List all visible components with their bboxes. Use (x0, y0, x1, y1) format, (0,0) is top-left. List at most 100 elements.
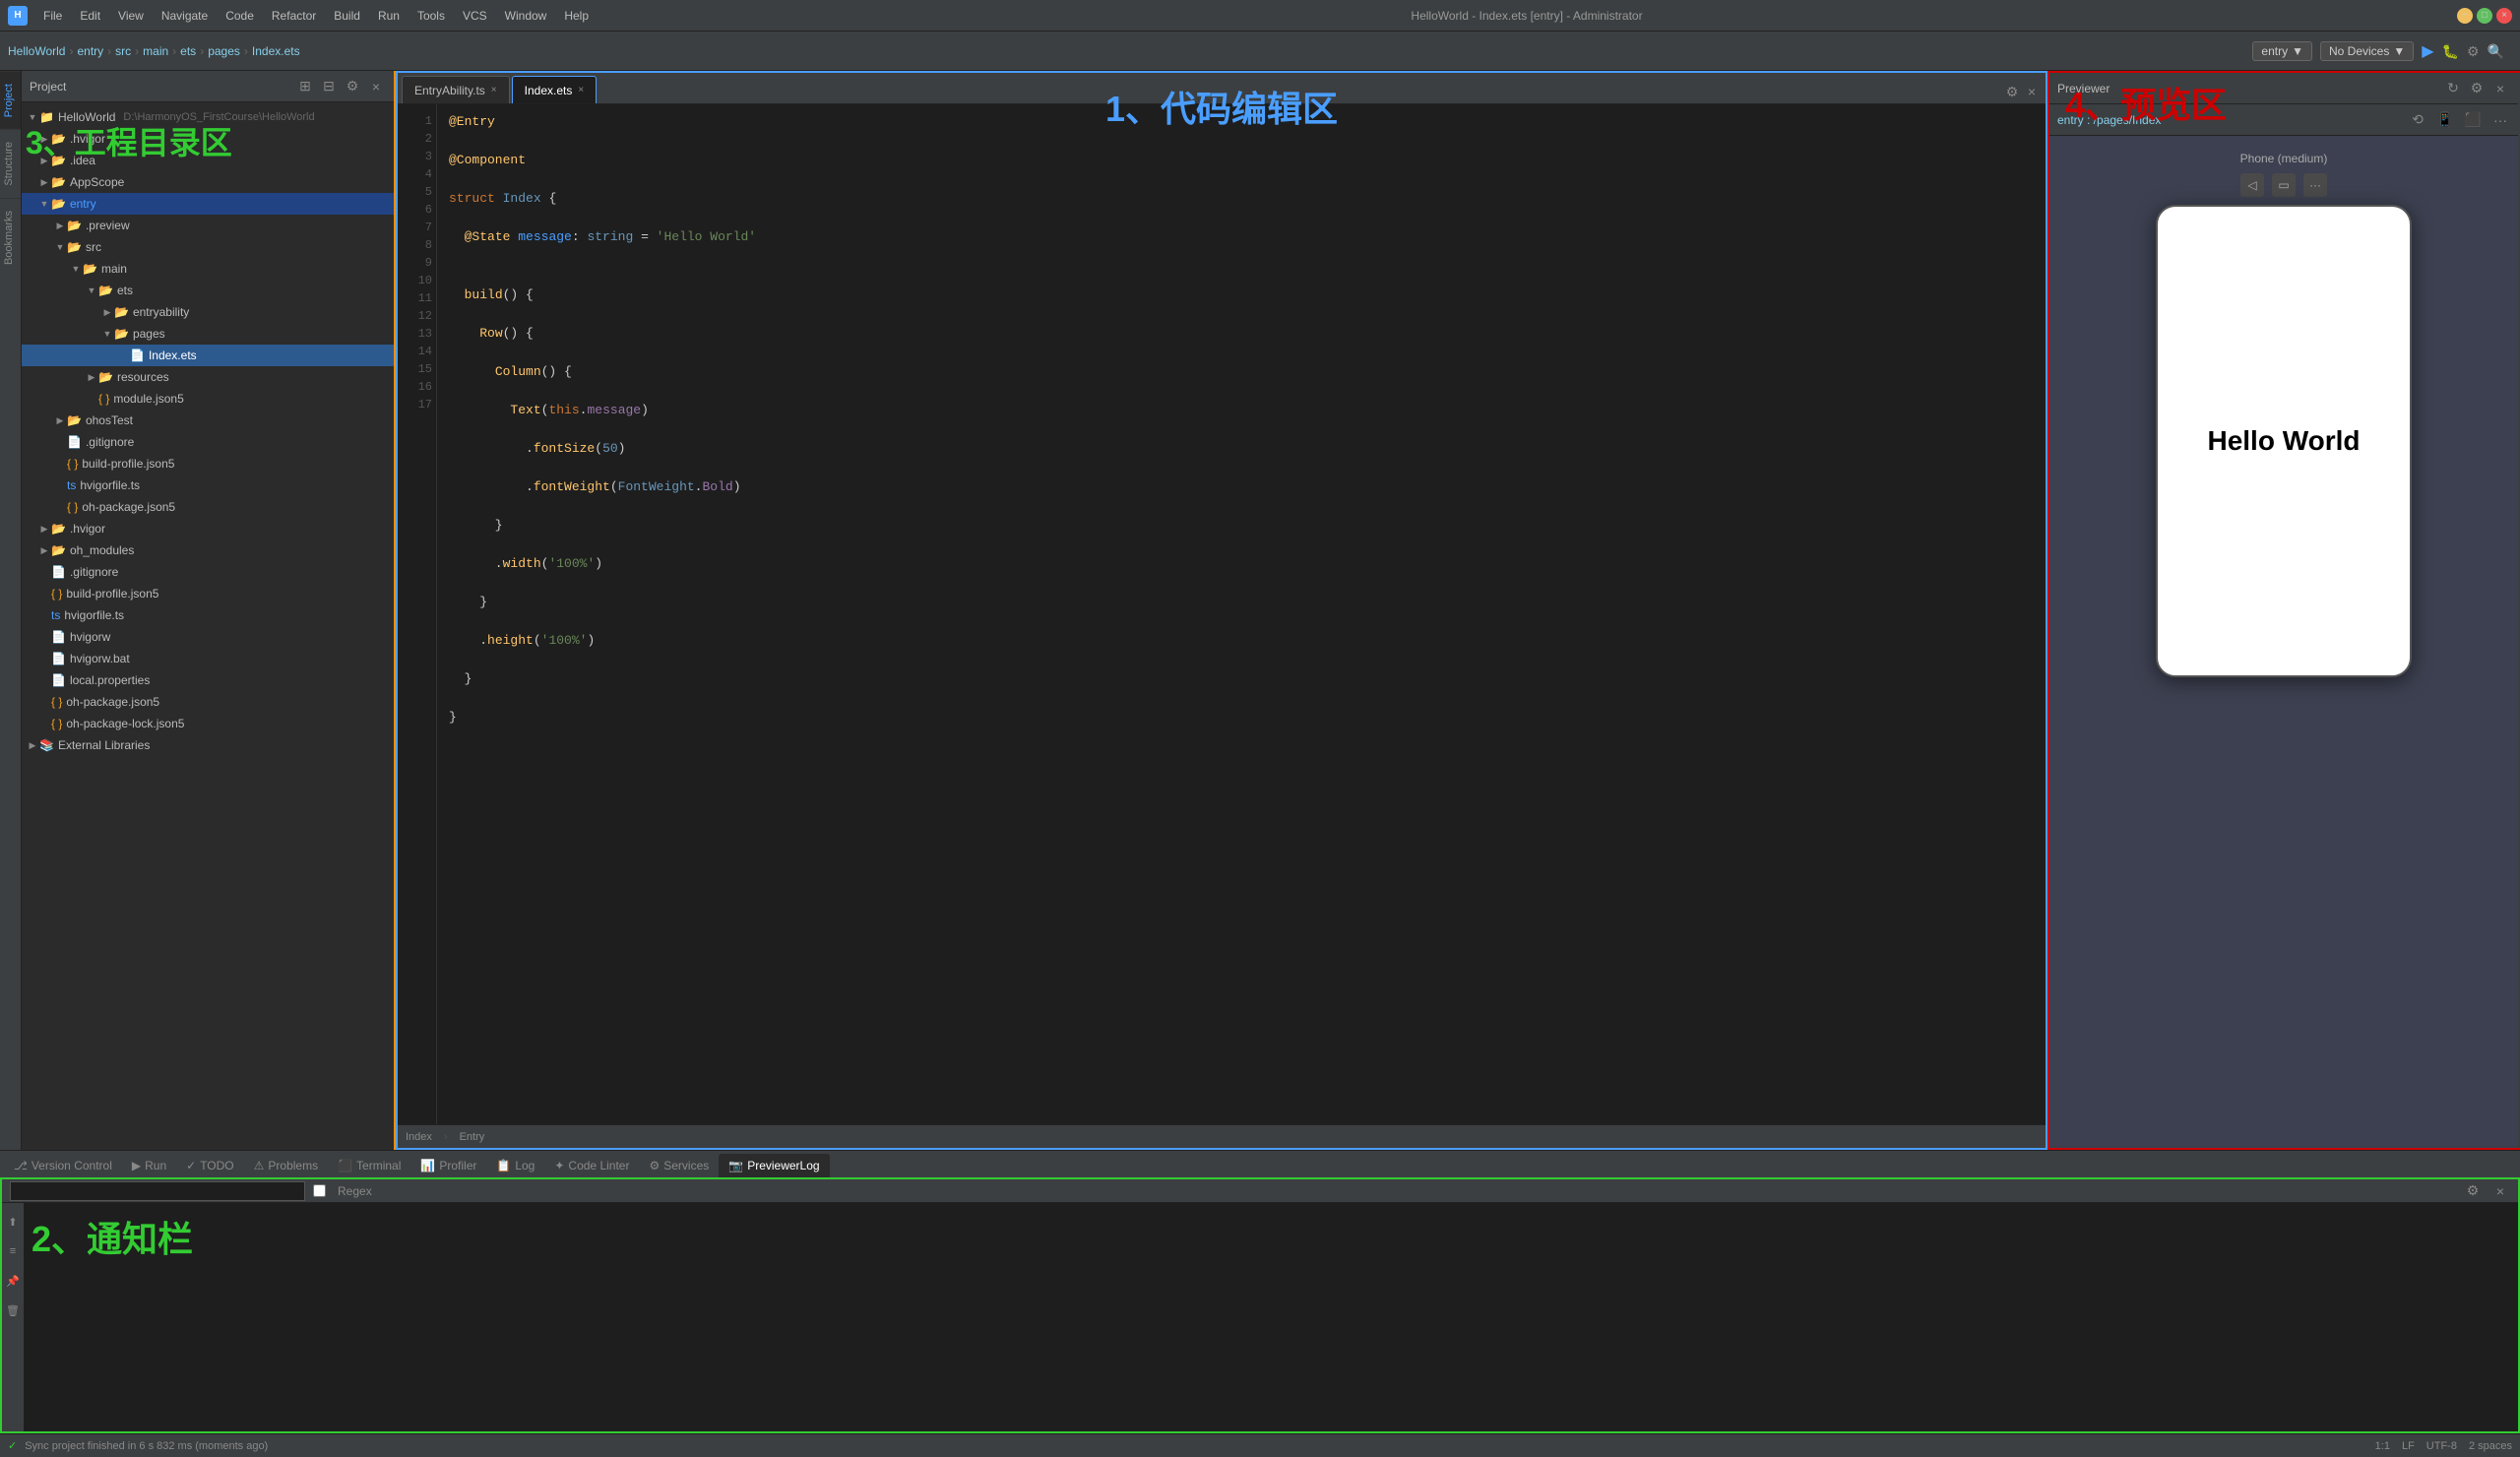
preview-refresh-icon[interactable]: ↻ (2443, 79, 2463, 98)
settings-gear-icon[interactable]: ⚙ (2467, 43, 2480, 60)
tree-entryability[interactable]: ▶ 📂 entryability (22, 301, 394, 323)
tree-ohpackage-root[interactable]: { } oh-package.json5 (22, 691, 394, 713)
minimize-button[interactable]: − (2457, 8, 2473, 24)
code-content[interactable]: @Entry @Component struct Index { @State … (437, 104, 2046, 1124)
tab-terminal[interactable]: ⬛ Terminal (328, 1154, 410, 1177)
log-close-icon[interactable]: × (2490, 1181, 2510, 1201)
menu-navigate[interactable]: Navigate (154, 7, 216, 25)
tree-external-libraries[interactable]: ▶ 📚 External Libraries (22, 734, 394, 756)
tab-previewer-log[interactable]: 📷 PreviewerLog (719, 1154, 829, 1177)
tree-hvigorfile-root[interactable]: ts hvigorfile.ts (22, 604, 394, 626)
phone-back-icon[interactable]: ◁ (2240, 173, 2264, 197)
phone-more-icon[interactable]: ··· (2303, 173, 2327, 197)
tree-ets[interactable]: ▼ 📂 ets (22, 280, 394, 301)
menu-tools[interactable]: Tools (410, 7, 453, 25)
maximize-button[interactable]: □ (2477, 8, 2492, 24)
tree-local-properties[interactable]: 📄 local.properties (22, 669, 394, 691)
bottom-pin-icon[interactable]: 📌 (2, 1270, 24, 1292)
menu-refactor[interactable]: Refactor (264, 7, 324, 25)
tree-resources[interactable]: ▶ 📂 resources (22, 366, 394, 388)
sidebar-tab-bookmarks[interactable]: Bookmarks (0, 198, 21, 277)
menu-window[interactable]: Window (497, 7, 555, 25)
menu-code[interactable]: Code (218, 7, 262, 25)
debug-button[interactable]: 🐛 (2442, 43, 2459, 60)
status-position[interactable]: 1:1 (2375, 1440, 2390, 1452)
tab-version-control[interactable]: ⎇ Version Control (4, 1154, 122, 1177)
status-entry[interactable]: Entry (460, 1131, 485, 1143)
breadcrumb-src[interactable]: src (115, 44, 131, 58)
tree-ohostest[interactable]: ▶ 📂 ohosTest (22, 410, 394, 431)
tab-indexets[interactable]: Index.ets × (512, 76, 598, 103)
menu-view[interactable]: View (110, 7, 152, 25)
run-button[interactable]: ▶ (2422, 41, 2433, 61)
search-input[interactable] (10, 1181, 305, 1201)
tab-entryability-close[interactable]: × (491, 85, 497, 95)
tab-run[interactable]: ▶ Run (122, 1154, 176, 1177)
status-index[interactable]: Index (406, 1131, 432, 1143)
tab-problems[interactable]: ⚠ Problems (244, 1154, 328, 1177)
tab-profiler[interactable]: 📊 Profiler (410, 1154, 486, 1177)
tree-build-profile-entry[interactable]: { } build-profile.json5 (22, 453, 394, 475)
status-indent[interactable]: LF (2402, 1440, 2415, 1452)
tree-src[interactable]: ▼ 📂 src (22, 236, 394, 258)
status-encoding[interactable]: UTF-8 (2426, 1440, 2457, 1452)
bottom-list-icon[interactable]: ≡ (2, 1240, 24, 1262)
tree-ohpackage-lock[interactable]: { } oh-package-lock.json5 (22, 713, 394, 734)
sidebar-tab-project[interactable]: Project (0, 71, 21, 129)
tab-services[interactable]: ⚙ Services (639, 1154, 719, 1177)
tree-idea[interactable]: ▶ 📂 .idea (22, 150, 394, 171)
breadcrumb-entry[interactable]: entry (77, 44, 103, 58)
menu-vcs[interactable]: VCS (455, 7, 495, 25)
breadcrumb-pages[interactable]: pages (208, 44, 240, 58)
preview-rotate-icon[interactable]: ⟲ (2408, 110, 2427, 130)
breadcrumb-indexets[interactable]: Index.ets (252, 44, 300, 58)
bottom-trash-icon[interactable]: 🗑 (2, 1299, 24, 1321)
tree-main[interactable]: ▼ 📂 main (22, 258, 394, 280)
collapse-all-icon[interactable]: ⊟ (319, 77, 339, 96)
gear-icon[interactable]: ⚙ (343, 77, 362, 96)
editor-settings-icon[interactable]: ⚙ (2002, 82, 2022, 101)
preview-close-icon[interactable]: × (2490, 79, 2510, 98)
close-panel-icon[interactable]: × (366, 77, 386, 96)
tab-todo[interactable]: ✓ TODO (176, 1154, 244, 1177)
tree-root-helloworld[interactable]: ▼ 📁 HelloWorld D:\HarmonyOS_FirstCourse\… (22, 106, 394, 128)
tree-ohpackage-entry[interactable]: { } oh-package.json5 (22, 496, 394, 518)
tree-build-profile-root[interactable]: { } build-profile.json5 (22, 583, 394, 604)
no-devices-dropdown[interactable]: No Devices ▼ (2320, 41, 2414, 61)
preview-tablet-icon[interactable]: ⬛ (2463, 110, 2483, 130)
tree-index-ets[interactable]: 📄 Index.ets (22, 345, 394, 366)
tree-hvigor[interactable]: ▶ 📂 .hvigor (22, 128, 394, 150)
breadcrumb-helloworld[interactable]: HelloWorld (8, 44, 65, 58)
preview-phone-icon[interactable]: 📱 (2435, 110, 2455, 130)
editor-close-icon[interactable]: × (2022, 82, 2042, 101)
log-settings-icon[interactable]: ⚙ (2463, 1181, 2483, 1201)
preview-settings-icon[interactable]: ⚙ (2467, 79, 2487, 98)
menu-edit[interactable]: Edit (72, 7, 108, 25)
tab-indexets-close[interactable]: × (578, 85, 584, 95)
tree-hvigorw-bat[interactable]: 📄 hvigorw.bat (22, 648, 394, 669)
menu-build[interactable]: Build (326, 7, 368, 25)
tree-preview[interactable]: ▶ 📂 .preview (22, 215, 394, 236)
bottom-scroll-up-icon[interactable]: ⬆ (2, 1211, 24, 1233)
close-button[interactable]: × (2496, 8, 2512, 24)
regex-checkbox[interactable] (313, 1184, 326, 1197)
tree-module-json5[interactable]: { } module.json5 (22, 388, 394, 410)
tree-gitignore-root[interactable]: 📄 .gitignore (22, 561, 394, 583)
tab-entryability[interactable]: EntryAbility.ts × (402, 76, 510, 103)
breadcrumb-main[interactable]: main (143, 44, 168, 58)
tree-entry[interactable]: ▼ 📂 entry (22, 193, 394, 215)
breadcrumb-ets[interactable]: ets (180, 44, 196, 58)
tree-hvigorfile-entry[interactable]: ts hvigorfile.ts (22, 475, 394, 496)
expand-all-icon[interactable]: ⊞ (295, 77, 315, 96)
sidebar-tab-structure[interactable]: Structure (0, 129, 21, 198)
preview-more-icon[interactable]: ··· (2490, 110, 2510, 130)
tree-hvigorw[interactable]: 📄 hvigorw (22, 626, 394, 648)
tab-code-linter[interactable]: ✦ Code Linter (544, 1154, 639, 1177)
tree-pages[interactable]: ▼ 📂 pages (22, 323, 394, 345)
tree-gitignore-entry[interactable]: 📄 .gitignore (22, 431, 394, 453)
run-config-dropdown[interactable]: entry ▼ (2252, 41, 2312, 61)
menu-file[interactable]: File (35, 7, 70, 25)
tree-oh-modules[interactable]: ▶ 📂 oh_modules (22, 539, 394, 561)
menu-run[interactable]: Run (370, 7, 408, 25)
phone-home-icon[interactable]: ▭ (2272, 173, 2296, 197)
